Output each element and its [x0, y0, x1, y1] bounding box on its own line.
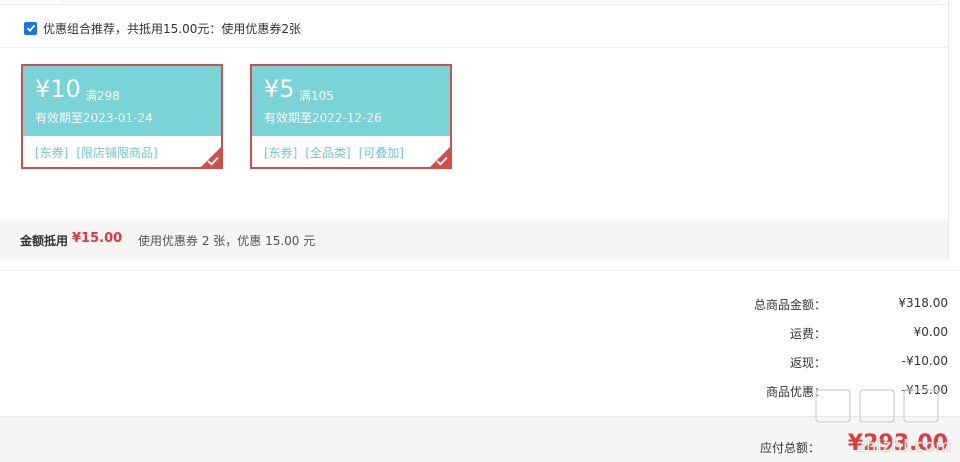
total-row-goods: 总商品金额： ¥318.00	[648, 296, 948, 314]
discount-amount: ¥15.00	[72, 231, 123, 246]
coupon-validity: 有效期至2023-01-24	[35, 111, 153, 125]
coupon-card[interactable]: ¥10 满298 有效期至2023-01-24 [东券] [限店铺限商品]	[21, 64, 223, 169]
divider	[0, 47, 948, 48]
coupon-condition: 满298	[85, 89, 120, 103]
coupon-tags: [东券] [全品类] [可叠加]	[264, 144, 404, 161]
watermark-logo	[814, 388, 940, 424]
coupon-tags: [东券] [限店铺限商品]	[35, 144, 158, 161]
total-value: ¥318.00	[898, 296, 948, 310]
coupon-amount: ¥5	[264, 75, 295, 103]
total-value: -¥10.00	[901, 354, 948, 368]
total-row-shipping: 运费： ¥0.00	[648, 325, 948, 343]
selected-check-icon	[436, 156, 448, 166]
coupon-amount: ¥10	[35, 75, 81, 103]
discount-description: 使用优惠券 2 张，优惠 15.00 元	[138, 234, 316, 248]
payable-label: 应付总额：	[759, 441, 820, 455]
total-row-cashback: 返现： -¥10.00	[648, 354, 948, 372]
total-label: 运费：	[789, 327, 826, 341]
coupon-tag: [东券]	[264, 146, 298, 160]
panel-right-border	[948, 0, 949, 260]
total-label: 返现：	[789, 356, 826, 370]
selected-check-icon	[207, 156, 219, 166]
discount-summary: 金额抵用 ¥15.00 使用优惠券 2 张，优惠 15.00 元	[0, 220, 948, 260]
combo-text: 优惠组合推荐，共抵用15.00元：使用优惠券2张	[43, 21, 301, 36]
coupon-tag: [可叠加]	[358, 146, 405, 160]
coupon-card[interactable]: ¥5 满105 有效期至2022-12-26 [东券] [全品类] [可叠加]	[250, 64, 452, 169]
discount-label: 金额抵用	[20, 234, 69, 248]
coupon-tag: [限店铺限商品]	[76, 146, 158, 160]
divider	[0, 270, 960, 271]
coupon-condition: 满105	[299, 89, 334, 103]
top-strip-inner	[60, 0, 938, 3]
coupon-face: ¥10 满298 有效期至2023-01-24	[23, 66, 221, 136]
total-value: ¥0.00	[913, 325, 948, 339]
check-icon	[26, 24, 35, 32]
combo-recommend-row[interactable]: 优惠组合推荐，共抵用15.00元：使用优惠券2张	[24, 20, 301, 36]
coupon-tag: [东券]	[35, 146, 69, 160]
total-label: 总商品金额：	[753, 298, 826, 312]
combo-checkbox[interactable]	[24, 21, 37, 35]
coupon-face: ¥5 满105 有效期至2022-12-26	[252, 66, 450, 136]
top-strip	[0, 0, 950, 5]
coupon-validity: 有效期至2022-12-26	[264, 111, 382, 125]
coupon-tag: [全品类]	[305, 146, 351, 160]
watermark-text: zhizhi.com	[856, 436, 952, 455]
